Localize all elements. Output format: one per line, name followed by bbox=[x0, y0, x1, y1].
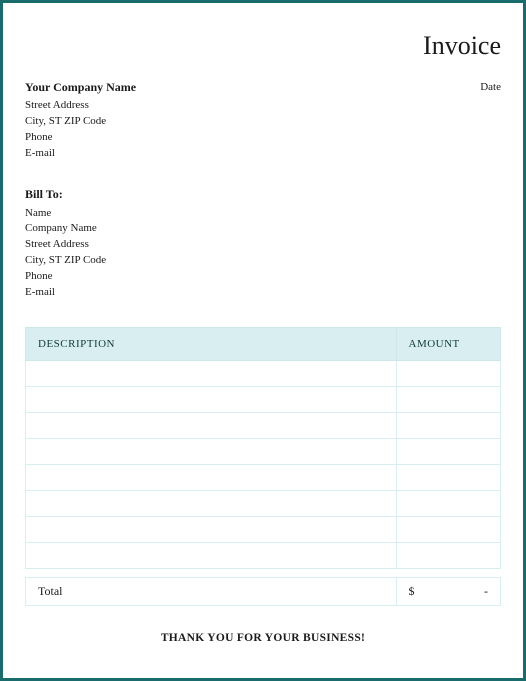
header-row: Invoice bbox=[25, 31, 501, 61]
table-row bbox=[26, 465, 501, 491]
cell-amount bbox=[396, 439, 501, 465]
table-row bbox=[26, 517, 501, 543]
billto-block: Bill To: Name Company Name Street Addres… bbox=[25, 186, 501, 301]
table-row bbox=[26, 361, 501, 387]
meta-row: Your Company Name Street Address City, S… bbox=[25, 79, 501, 162]
items-tbody bbox=[26, 361, 501, 569]
cell-amount bbox=[396, 387, 501, 413]
table-row bbox=[26, 439, 501, 465]
cell-description bbox=[26, 491, 397, 517]
table-row bbox=[26, 413, 501, 439]
total-amount-cell: $ - bbox=[396, 578, 501, 606]
cell-amount bbox=[396, 491, 501, 517]
date-label: Date bbox=[480, 79, 501, 93]
company-city-st-zip: City, ST ZIP Code bbox=[25, 114, 136, 130]
cell-description bbox=[26, 517, 397, 543]
cell-amount bbox=[396, 465, 501, 491]
total-table: Total $ - bbox=[25, 577, 501, 606]
cell-amount bbox=[396, 361, 501, 387]
table-row bbox=[26, 491, 501, 517]
items-table: DESCRIPTION AMOUNT bbox=[25, 327, 501, 569]
company-street: Street Address bbox=[25, 98, 136, 114]
total-label: Total bbox=[26, 578, 397, 606]
billto-name: Name bbox=[25, 206, 501, 222]
billto-phone: Phone bbox=[25, 269, 501, 285]
table-row bbox=[26, 543, 501, 569]
company-email: E-mail bbox=[25, 146, 136, 162]
billto-email: E-mail bbox=[25, 285, 501, 301]
cell-amount bbox=[396, 517, 501, 543]
invoice-title: Invoice bbox=[423, 31, 501, 61]
thank-you-message: THANK YOU FOR YOUR BUSINESS! bbox=[25, 632, 501, 644]
company-phone: Phone bbox=[25, 130, 136, 146]
cell-description bbox=[26, 361, 397, 387]
cell-description bbox=[26, 387, 397, 413]
total-value: - bbox=[484, 584, 488, 599]
col-header-amount: AMOUNT bbox=[396, 328, 501, 361]
invoice-page: Invoice Your Company Name Street Address… bbox=[0, 0, 526, 681]
cell-amount bbox=[396, 413, 501, 439]
cell-description bbox=[26, 543, 397, 569]
cell-description bbox=[26, 465, 397, 491]
table-row bbox=[26, 387, 501, 413]
cell-amount bbox=[396, 543, 501, 569]
company-name: Your Company Name bbox=[25, 79, 136, 96]
company-block: Your Company Name Street Address City, S… bbox=[25, 79, 136, 162]
billto-company: Company Name bbox=[25, 221, 501, 237]
billto-street: Street Address bbox=[25, 237, 501, 253]
billto-city-st-zip: City, ST ZIP Code bbox=[25, 253, 501, 269]
currency-symbol: $ bbox=[409, 584, 415, 599]
billto-heading: Bill To: bbox=[25, 186, 501, 203]
cell-description bbox=[26, 439, 397, 465]
cell-description bbox=[26, 413, 397, 439]
col-header-description: DESCRIPTION bbox=[26, 328, 397, 361]
